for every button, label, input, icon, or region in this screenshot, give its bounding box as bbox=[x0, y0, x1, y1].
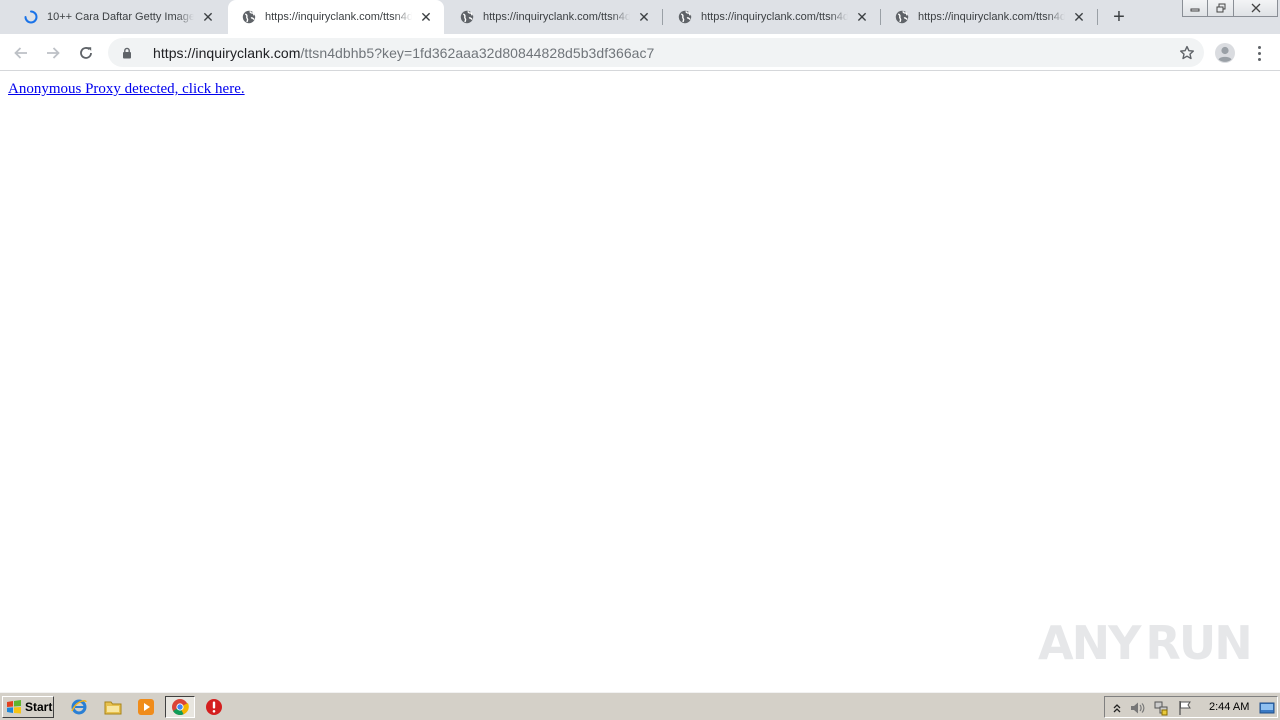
close-icon[interactable]: ✕ bbox=[854, 9, 870, 25]
forward-button[interactable] bbox=[39, 39, 67, 67]
watermark-left-text: ANY bbox=[1038, 616, 1141, 670]
url-path: /ttsn4dbhb5?key=1fd362aaa32d80844828d5b3… bbox=[300, 44, 655, 61]
close-icon[interactable]: ✕ bbox=[636, 9, 652, 25]
anyrun-watermark: ANY RUN bbox=[1038, 612, 1253, 674]
reload-button[interactable] bbox=[72, 39, 100, 67]
globe-icon bbox=[242, 10, 256, 24]
chrome-icon bbox=[172, 699, 189, 716]
account-icon bbox=[1215, 43, 1235, 63]
network-icon[interactable] bbox=[1153, 700, 1169, 716]
anonymous-proxy-link[interactable]: Anonymous Proxy detected, click here. bbox=[8, 81, 245, 98]
tab-inquiryclank-4[interactable]: https://inquiryclank.com/ttsn4dbhb5 ✕ bbox=[881, 0, 1097, 34]
url-host: https://inquiryclank.com bbox=[153, 44, 301, 61]
globe-icon bbox=[460, 10, 474, 24]
minimize-icon bbox=[1190, 8, 1200, 12]
tab-title: https://inquiryclank.com/ttsn4dbhb5 bbox=[918, 11, 1065, 23]
watermark-right-text: RUN bbox=[1145, 616, 1252, 670]
close-icon[interactable]: ✕ bbox=[200, 9, 216, 25]
antivirus-icon[interactable] bbox=[203, 697, 225, 717]
close-window-icon bbox=[1251, 3, 1260, 13]
kebab-menu-icon[interactable] bbox=[1250, 42, 1268, 64]
tab-inquiryclank-2[interactable]: https://inquiryclank.com/ttsn4dbhb5 ✕ bbox=[446, 0, 662, 34]
star-icon[interactable] bbox=[1178, 44, 1196, 62]
flag-icon[interactable] bbox=[1177, 700, 1193, 716]
chrome-taskbar-button[interactable] bbox=[165, 696, 195, 718]
loading-spinner-icon bbox=[24, 10, 38, 24]
chevron-up-icon[interactable] bbox=[1109, 700, 1125, 716]
tab-title: https://inquiryclank.com/ttsn4dbhb5 bbox=[701, 11, 848, 23]
profile-avatar[interactable] bbox=[1214, 42, 1236, 64]
arrow-left-icon bbox=[14, 47, 27, 59]
tab-strip: 10++ Cara Daftar Getty Images ✕ https://… bbox=[0, 0, 1280, 34]
tab-inquiryclank-active[interactable]: https://inquiryclank.com/ttsn4dbhb5?key=… bbox=[228, 0, 444, 34]
url-text: https://inquiryclank.com/ttsn4dbhb5?key=… bbox=[153, 45, 654, 61]
tab-separator bbox=[662, 9, 663, 25]
taskbar-clock[interactable]: 2:44 AM bbox=[1209, 701, 1249, 713]
new-tab-button[interactable]: + bbox=[1108, 6, 1130, 28]
close-icon[interactable]: ✕ bbox=[1071, 9, 1087, 25]
system-tray: 2:44 AM bbox=[1104, 696, 1278, 718]
show-desktop-icon[interactable] bbox=[1259, 700, 1275, 716]
window-controls bbox=[1182, 0, 1278, 18]
file-explorer-icon[interactable] bbox=[102, 697, 124, 717]
tab-inquiryclank-3[interactable]: https://inquiryclank.com/ttsn4dbhb5 ✕ bbox=[664, 0, 880, 34]
start-label: Start bbox=[25, 700, 53, 714]
globe-icon bbox=[678, 10, 692, 24]
close-window-button[interactable] bbox=[1234, 0, 1278, 17]
back-button[interactable] bbox=[7, 39, 35, 67]
restore-button[interactable] bbox=[1208, 0, 1234, 17]
globe-icon bbox=[895, 10, 909, 24]
speaker-icon[interactable] bbox=[1129, 700, 1145, 716]
restore-icon bbox=[1216, 3, 1225, 13]
tab-title: 10++ Cara Daftar Getty Images bbox=[47, 11, 194, 23]
tab-separator bbox=[1097, 9, 1098, 25]
browser-toolbar: https://inquiryclank.com/ttsn4dbhb5?key=… bbox=[0, 34, 1280, 71]
minimize-button[interactable] bbox=[1182, 0, 1208, 17]
page-content: Anonymous Proxy detected, click here. AN… bbox=[0, 72, 1280, 692]
internet-explorer-icon[interactable] bbox=[68, 697, 90, 717]
reload-icon bbox=[80, 47, 92, 59]
close-icon[interactable]: ✕ bbox=[418, 9, 434, 25]
windows-logo-icon bbox=[7, 700, 21, 714]
start-button[interactable]: Start bbox=[2, 696, 54, 718]
media-player-icon[interactable] bbox=[135, 697, 157, 717]
tab-title: https://inquiryclank.com/ttsn4dbhb5 bbox=[483, 11, 630, 23]
tab-getty-images[interactable]: 10++ Cara Daftar Getty Images ✕ bbox=[10, 0, 226, 34]
lock-icon[interactable] bbox=[120, 47, 134, 59]
address-bar[interactable]: https://inquiryclank.com/ttsn4dbhb5?key=… bbox=[108, 38, 1204, 67]
arrow-right-icon bbox=[47, 47, 60, 59]
tab-title: https://inquiryclank.com/ttsn4dbhb5?key=… bbox=[265, 11, 412, 23]
windows-taskbar: Start 2:44 AM bbox=[0, 692, 1280, 720]
